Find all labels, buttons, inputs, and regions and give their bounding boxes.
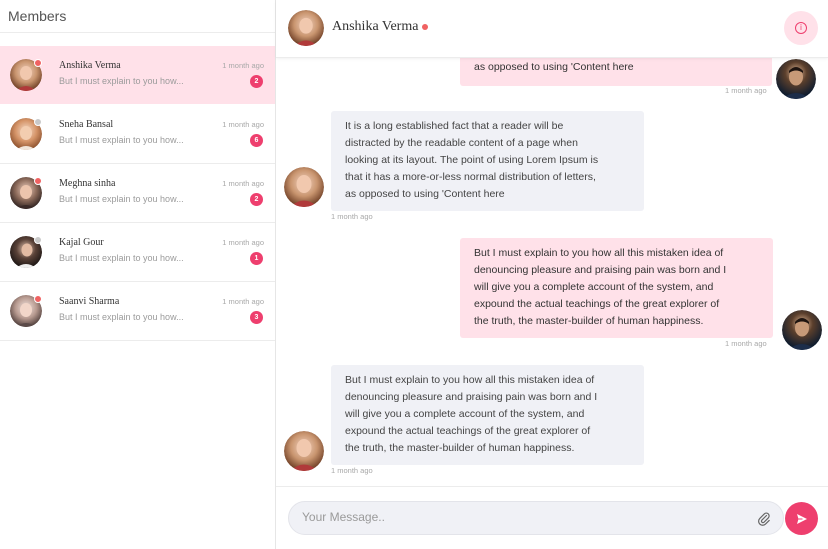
member-item-sneha-bansal[interactable]: Sneha Bansal But I must explain to you h… — [0, 105, 275, 163]
unread-badge: 2 — [250, 75, 263, 88]
message-line: the truth, the master-builder of human h… — [474, 315, 704, 327]
message-line: denouncing pleasure and praising pain wa… — [345, 391, 598, 403]
member-time: 1 month ago — [222, 238, 264, 247]
message-line: as opposed to using 'Content here — [474, 61, 634, 73]
member-name: Saanvi Sharma — [59, 296, 120, 307]
member-name: Kajal Gour — [59, 237, 104, 248]
status-dot — [34, 118, 42, 126]
message-line: expound the actual teachings of the grea… — [345, 425, 591, 437]
contact-avatar[interactable] — [288, 10, 324, 46]
message-line: that it has a more-or-less normal distri… — [345, 171, 596, 183]
message-input-wrapper — [288, 501, 784, 535]
unread-badge: 6 — [250, 134, 263, 147]
message-list[interactable]: as opposed to using 'Content here 1 mont… — [276, 58, 828, 486]
member-time: 1 month ago — [222, 297, 264, 306]
message-line: denouncing pleasure and praising pain wa… — [474, 264, 727, 276]
status-dot — [34, 177, 42, 185]
member-name: Anshika Verma — [59, 60, 121, 71]
message-time: 1 month ago — [725, 86, 767, 95]
member-item-saanvi-sharma[interactable]: Saanvi Sharma But I must explain to you … — [0, 282, 275, 340]
member-item-kajal-gour[interactable]: Kajal Gour But I must explain to you how… — [0, 223, 275, 281]
info-icon: i — [795, 22, 807, 34]
member-time: 1 month ago — [222, 61, 264, 70]
member-time: 1 month ago — [222, 179, 264, 188]
message-line: But I must explain to you how all this m… — [345, 374, 595, 386]
message-bubble-outgoing: as opposed to using 'Content here — [460, 58, 772, 86]
member-item-anshika-verma[interactable]: Anshika Verma But I must explain to you … — [0, 46, 275, 104]
message-bubble-incoming: But I must explain to you how all this m… — [331, 365, 644, 465]
member-name: Meghna sinha — [59, 178, 116, 189]
member-preview: But I must explain to you how... — [59, 312, 184, 322]
member-preview: But I must explain to you how... — [59, 76, 184, 86]
send-icon — [796, 513, 807, 524]
message-composer — [276, 486, 828, 549]
send-button[interactable] — [785, 502, 818, 535]
message-bubble-incoming: It is a long established fact that a rea… — [331, 111, 644, 211]
message-time: 1 month ago — [331, 466, 373, 475]
user-avatar — [776, 59, 816, 99]
message-line: It is a long established fact that a rea… — [345, 120, 564, 132]
message-line: distracted by the readable content of a … — [345, 137, 578, 149]
message-time: 1 month ago — [331, 212, 373, 221]
message-line: the truth, the master-builder of human h… — [345, 442, 575, 454]
chat-header: Anshika Verma i — [276, 0, 828, 58]
message-line: as opposed to using 'Content here — [345, 188, 505, 200]
message-time: 1 month ago — [725, 339, 767, 348]
contact-name: Anshika Verma — [332, 19, 419, 34]
message-input[interactable] — [302, 510, 742, 524]
member-time: 1 month ago — [222, 120, 264, 129]
message-line: expound the actual teachings of the grea… — [474, 298, 720, 310]
message-line: looking at its layout. The point of usin… — [345, 154, 599, 166]
unread-badge: 3 — [250, 311, 263, 324]
status-dot — [34, 59, 42, 67]
member-preview: But I must explain to you how... — [59, 194, 184, 204]
message-line: will give you a complete account of the … — [345, 408, 585, 420]
info-button[interactable]: i — [784, 11, 818, 45]
message-line: will give you a complete account of the … — [474, 281, 714, 293]
unread-badge: 2 — [250, 193, 263, 206]
member-item-meghna-sinha[interactable]: Meghna sinha But I must explain to you h… — [0, 164, 275, 222]
unread-badge: 1 — [250, 252, 263, 265]
message-line: But I must explain to you how all this m… — [474, 247, 724, 259]
paperclip-icon[interactable] — [757, 511, 771, 527]
contact-avatar — [284, 431, 324, 471]
divider — [0, 340, 275, 341]
status-dot — [34, 295, 42, 303]
member-preview: But I must explain to you how... — [59, 135, 184, 145]
contact-avatar — [284, 167, 324, 207]
online-status-dot — [422, 24, 428, 30]
user-avatar — [782, 310, 822, 350]
status-dot — [34, 236, 42, 244]
members-sidebar: Members Anshika Verma But I must explain… — [0, 0, 276, 549]
member-preview: But I must explain to you how... — [59, 253, 184, 263]
sidebar-title: Members — [0, 0, 275, 33]
message-bubble-outgoing: But I must explain to you how all this m… — [460, 238, 773, 338]
member-name: Sneha Bansal — [59, 119, 114, 130]
